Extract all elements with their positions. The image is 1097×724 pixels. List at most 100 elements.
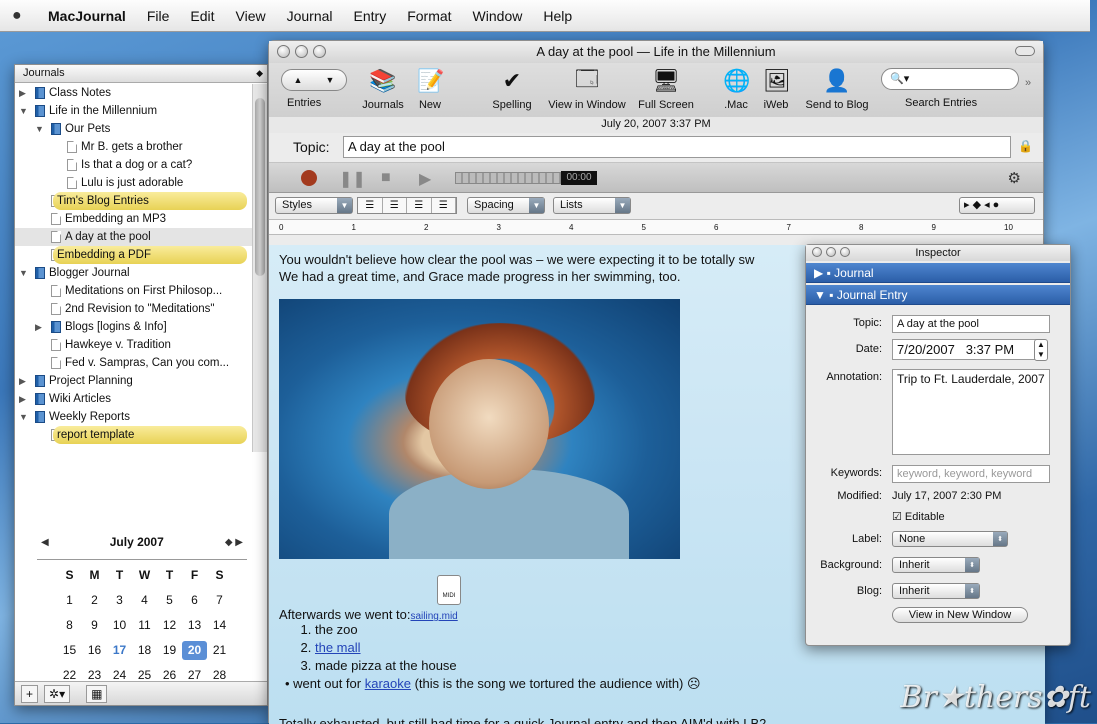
- calendar-day[interactable]: 7: [207, 591, 232, 610]
- play-icon[interactable]: ▶: [419, 169, 431, 189]
- calendar-day[interactable]: 9: [82, 616, 107, 635]
- calendar-day[interactable]: 17: [107, 641, 132, 660]
- menu-journal[interactable]: Journal: [287, 8, 333, 24]
- tree-row[interactable]: Embedding a PDF: [15, 246, 253, 264]
- mall-link[interactable]: the mall: [315, 640, 361, 655]
- menu-help[interactable]: Help: [543, 8, 572, 24]
- tree-row[interactable]: Hawkeye v. Tradition: [15, 336, 253, 354]
- tree-row[interactable]: Mr B. gets a brother: [15, 138, 253, 156]
- section-journal[interactable]: ▶ ▪ Journal: [806, 263, 1070, 283]
- calendar-toggle-icon[interactable]: ▦: [86, 684, 108, 703]
- toolbar-overflow-icon[interactable]: »: [1025, 77, 1031, 89]
- calendar-day[interactable]: 14: [207, 616, 232, 635]
- minimize-button[interactable]: [295, 45, 308, 58]
- disclosure-triangle-icon[interactable]: ▼: [19, 408, 28, 426]
- menu-window[interactable]: Window: [473, 8, 523, 24]
- insp-date-input[interactable]: 7/20/2007 3:37 PM: [892, 339, 1042, 360]
- inspector-minimize-button[interactable]: [826, 247, 836, 257]
- insp-keywords-input[interactable]: keyword, keyword, keyword: [892, 465, 1050, 483]
- calendar-day[interactable]: 3: [107, 591, 132, 610]
- align-justify-icon[interactable]: ☰: [407, 198, 432, 213]
- midi-file-icon[interactable]: MIDI: [437, 575, 461, 605]
- topic-input[interactable]: A day at the pool: [343, 136, 1011, 158]
- inspector-close-button[interactable]: [812, 247, 822, 257]
- up-arrow-icon[interactable]: ▲: [294, 75, 303, 85]
- entries-nav-control[interactable]: ▲ ▼: [281, 69, 347, 91]
- calendar-day[interactable]: 2: [82, 591, 107, 610]
- action-gear-icon[interactable]: ✲▾: [44, 684, 71, 703]
- calendar-day[interactable]: 21: [207, 641, 232, 660]
- calendar-day[interactable]: 4: [132, 591, 157, 610]
- tree-scroll-thumb[interactable]: [255, 98, 265, 276]
- calendar-day[interactable]: 16: [82, 641, 107, 660]
- calendar-day[interactable]: 12: [157, 616, 182, 635]
- menu-entry[interactable]: Entry: [354, 8, 387, 24]
- tree-row[interactable]: ▼ Weekly Reports: [15, 408, 253, 426]
- disclosure-triangle-icon[interactable]: ▶: [19, 84, 26, 102]
- insp-topic-input[interactable]: A day at the pool: [892, 315, 1050, 333]
- toolbar-new-button[interactable]: 📝 New: [415, 67, 445, 111]
- insp-annotation-textarea[interactable]: Trip to Ft. Lauderdale, 2007: [892, 369, 1050, 455]
- calendar-day[interactable]: 1: [57, 591, 82, 610]
- tree-row[interactable]: ▼ Blogger Journal: [15, 264, 253, 282]
- tree-row[interactable]: ▼ Our Pets: [15, 120, 253, 138]
- align-right-icon[interactable]: ☰: [432, 198, 456, 213]
- tree-row[interactable]: Meditations on First Philosop...: [15, 282, 253, 300]
- tree-row[interactable]: 2nd Revision to "Meditations": [15, 300, 253, 318]
- search-input[interactable]: 🔍▾: [881, 68, 1019, 90]
- pool-photo[interactable]: [279, 299, 680, 559]
- tree-row[interactable]: ▶ Class Notes: [15, 84, 253, 102]
- close-button[interactable]: [277, 45, 290, 58]
- tree-row[interactable]: Is that a dog or a cat?: [15, 156, 253, 174]
- tree-row[interactable]: Tim's Blog Entries: [15, 192, 253, 210]
- tab-stops-control[interactable]: ▸ ◆ ◂ ●: [959, 197, 1035, 214]
- spacing-popup[interactable]: Spacing ▼: [467, 197, 545, 214]
- insp-background-popup[interactable]: Inherit ⬍: [892, 557, 980, 573]
- add-button[interactable]: +: [21, 684, 39, 703]
- date-stepper[interactable]: ▲ ▼: [1034, 339, 1048, 361]
- menu-view[interactable]: View: [236, 8, 266, 24]
- disclosure-triangle-icon[interactable]: ▶: [19, 372, 26, 390]
- menu-format[interactable]: Format: [407, 8, 451, 24]
- karaoke-link[interactable]: karaoke: [365, 676, 411, 691]
- view-in-new-window-button[interactable]: View in New Window: [892, 607, 1028, 623]
- stop-icon[interactable]: ■: [381, 169, 391, 187]
- sort-arrow-icon[interactable]: ◆: [256, 65, 263, 82]
- toolbar-toggle-button[interactable]: [1015, 46, 1035, 56]
- disclosure-triangle-icon[interactable]: ▼: [19, 102, 28, 120]
- lists-popup[interactable]: Lists ▼: [553, 197, 631, 214]
- prev-month-icon[interactable]: ◀: [41, 537, 49, 548]
- next-month-icon[interactable]: ◆ ▶: [225, 537, 243, 548]
- record-button[interactable]: [301, 170, 317, 186]
- menu-file[interactable]: File: [147, 8, 170, 24]
- tree-row[interactable]: ▶ Wiki Articles: [15, 390, 253, 408]
- disclosure-triangle-icon[interactable]: ▼: [35, 120, 44, 138]
- toolbar-send-blog-button[interactable]: 👤 Send to Blog: [801, 67, 873, 111]
- calendar-day[interactable]: 15: [57, 641, 82, 660]
- calendar-day[interactable]: 8: [57, 616, 82, 635]
- menu-app[interactable]: MacJournal: [48, 8, 126, 24]
- pause-icon[interactable]: ❚❚: [339, 169, 366, 189]
- calendar-day[interactable]: 13: [182, 616, 207, 635]
- insp-label-popup[interactable]: None ⬍: [892, 531, 1008, 547]
- inspector-zoom-button[interactable]: [840, 247, 850, 257]
- toolbar-view-window-button[interactable]: 🗔 View in Window: [543, 66, 631, 111]
- tree-row[interactable]: Embedding an MP3: [15, 210, 253, 228]
- calendar-day[interactable]: 6: [182, 591, 207, 610]
- disclosure-triangle-icon[interactable]: ▶: [19, 390, 26, 408]
- styles-popup[interactable]: Styles ▼: [275, 197, 353, 214]
- calendar-day[interactable]: 20: [182, 641, 207, 660]
- disclosure-triangle-icon[interactable]: ▼: [19, 264, 28, 282]
- toolbar-full-screen-button[interactable]: 🖥 Full Screen: [635, 67, 697, 111]
- calendar-day[interactable]: 10: [107, 616, 132, 635]
- toolbar-journals-button[interactable]: 📚 Journals: [357, 67, 409, 111]
- journals-header[interactable]: Journals ◆: [15, 65, 267, 83]
- tree-row[interactable]: ▼ Life in the Millennium: [15, 102, 253, 120]
- align-center-icon[interactable]: ☰: [383, 198, 407, 213]
- toolbar-mac-button[interactable]: 🌐 .Mac: [721, 67, 751, 111]
- toolbar-spelling-button[interactable]: ✔ Spelling: [487, 67, 537, 111]
- down-arrow-icon[interactable]: ▼: [326, 75, 335, 85]
- calendar-day[interactable]: 19: [157, 641, 182, 660]
- editable-checkbox[interactable]: ☑ Editable: [892, 510, 945, 523]
- section-journal-entry[interactable]: ▼ ▪ Journal Entry: [806, 285, 1070, 305]
